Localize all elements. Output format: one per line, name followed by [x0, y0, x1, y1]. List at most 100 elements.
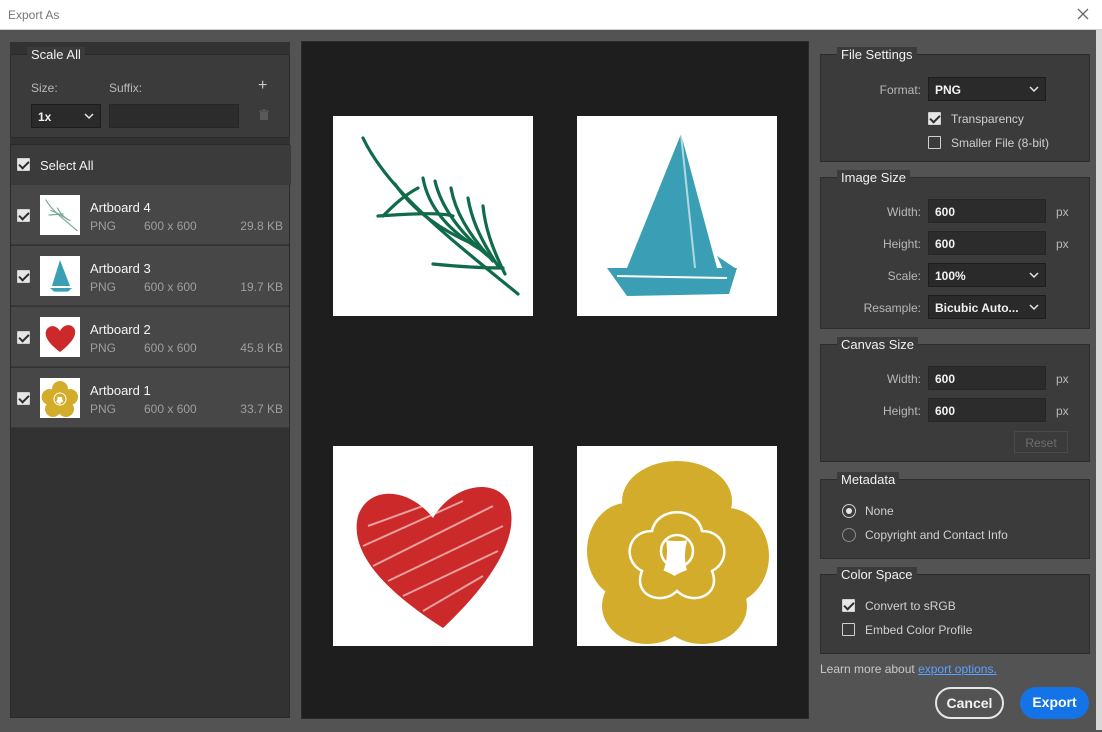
export-button[interactable]: Export	[1020, 687, 1089, 719]
embed-profile-label: Embed Color Profile	[865, 623, 973, 637]
scale-dropdown[interactable]: 100%	[928, 263, 1046, 287]
file-settings-group: File Settings Format: PNG Transparency S…	[820, 47, 1090, 162]
canvas-height-label: Height:	[882, 404, 921, 418]
artboard-name: Artboard 2	[90, 322, 151, 337]
scrollbar[interactable]	[1096, 30, 1102, 730]
canvas-width-unit: px	[1056, 372, 1069, 386]
metadata-group: Metadata None Copyright and Contact Info	[820, 472, 1090, 559]
scale-value: 100%	[935, 269, 966, 283]
artboard-list: Select All Artboard 4 PNG 600 x 600 29.8…	[10, 144, 291, 718]
metadata-copyright-label: Copyright and Contact Info	[865, 528, 1008, 542]
artboard-thumbnail	[40, 317, 80, 357]
artboard-preview-fern[interactable]	[333, 116, 533, 316]
artboard-checkbox[interactable]	[17, 331, 30, 344]
format-label: Format:	[879, 83, 921, 97]
left-panel: Scale All Size: Suffix: + 1x Select All	[10, 42, 291, 718]
metadata-none-label: None	[865, 504, 894, 518]
artboard-thumbnail	[40, 256, 80, 296]
artboard-thumbnail	[40, 195, 80, 235]
chevron-down-icon	[84, 113, 94, 120]
canvas-width-label: Width:	[886, 372, 921, 386]
chevron-down-icon	[1029, 272, 1039, 279]
learn-more-label: Learn more about	[820, 662, 915, 676]
trash-icon[interactable]	[258, 109, 270, 121]
canvas-size-title: Canvas Size	[837, 337, 918, 352]
artboard-thumbnail	[40, 378, 80, 418]
title-bar: Export As	[0, 0, 1102, 30]
format-dropdown[interactable]: PNG	[928, 77, 1046, 101]
chevron-down-icon	[1029, 86, 1039, 93]
artboard-preview-flower[interactable]	[577, 446, 777, 646]
format-value: PNG	[935, 83, 962, 97]
metadata-copyright-radio[interactable]	[842, 528, 856, 542]
artboard-preview-heart[interactable]	[333, 446, 533, 646]
artboard-dims: 600 x 600	[144, 341, 197, 355]
height-label: Height:	[882, 237, 921, 251]
artboard-preview-sailboat[interactable]	[577, 116, 777, 316]
embed-profile-checkbox[interactable]	[842, 623, 855, 636]
scale-label: Scale:	[887, 269, 921, 283]
height-unit: px	[1056, 237, 1069, 251]
artboard-row[interactable]: Artboard 3 PNG 600 x 600 19.7 KB	[11, 246, 289, 306]
artboard-checkbox[interactable]	[17, 270, 30, 283]
size-value: 1x	[38, 110, 52, 124]
smaller-file-label: Smaller File (8-bit)	[951, 136, 1050, 150]
artboard-row[interactable]: Artboard 1 PNG 600 x 600 33.7 KB	[11, 368, 289, 428]
scale-all-group: Scale All Size: Suffix: + 1x	[10, 47, 290, 138]
size-label: Size:	[31, 81, 58, 95]
artboard-checkbox[interactable]	[17, 392, 30, 405]
window-title: Export As	[8, 8, 60, 22]
convert-srgb-checkbox[interactable]	[842, 599, 855, 612]
artboard-format: PNG	[90, 219, 117, 233]
reset-button[interactable]: Reset	[1014, 431, 1068, 453]
artboard-format: PNG	[90, 402, 117, 416]
smaller-file-checkbox[interactable]	[928, 136, 941, 149]
transparency-label: Transparency	[951, 112, 1024, 126]
suffix-label: Suffix:	[109, 81, 143, 95]
export-options-link[interactable]: export options.	[918, 662, 997, 676]
metadata-title: Metadata	[837, 472, 900, 487]
image-width-input[interactable]: 600	[928, 199, 1046, 223]
image-size-group: Image Size Width: 600 px Height: 600 px …	[820, 170, 1090, 329]
size-dropdown[interactable]: 1x	[31, 104, 101, 128]
color-space-group: Color Space Convert to sRGB Embed Color …	[820, 567, 1090, 654]
preview-canvas	[301, 41, 809, 719]
width-label: Width:	[886, 205, 921, 219]
transparency-checkbox[interactable]	[928, 112, 941, 125]
select-all-row[interactable]: Select All	[11, 145, 291, 185]
width-unit: px	[1056, 205, 1069, 219]
close-icon[interactable]	[1074, 5, 1092, 23]
convert-srgb-label: Convert to sRGB	[865, 599, 956, 613]
artboard-name: Artboard 1	[90, 383, 151, 398]
artboard-filesize: 19.7 KB	[240, 280, 283, 294]
scale-all-title: Scale All	[27, 47, 85, 62]
artboard-dims: 600 x 600	[144, 219, 197, 233]
artboard-dims: 600 x 600	[144, 280, 197, 294]
artboard-filesize: 33.7 KB	[240, 402, 283, 416]
suffix-input[interactable]	[109, 104, 239, 128]
artboard-dims: 600 x 600	[144, 402, 197, 416]
artboard-name: Artboard 3	[90, 261, 151, 276]
artboard-format: PNG	[90, 280, 117, 294]
plus-icon[interactable]: +	[258, 77, 267, 95]
canvas-height-unit: px	[1056, 404, 1069, 418]
artboard-checkbox[interactable]	[17, 209, 30, 222]
artboard-filesize: 45.8 KB	[240, 341, 283, 355]
color-space-title: Color Space	[837, 567, 917, 582]
cancel-button[interactable]: Cancel	[935, 687, 1004, 719]
file-settings-title: File Settings	[837, 47, 917, 62]
artboard-row[interactable]: Artboard 4 PNG 600 x 600 29.8 KB	[11, 185, 289, 245]
select-all-label: Select All	[40, 158, 94, 173]
artboard-row[interactable]: Artboard 2 PNG 600 x 600 45.8 KB	[11, 307, 289, 367]
image-height-input[interactable]: 600	[928, 231, 1046, 255]
artboard-format: PNG	[90, 341, 117, 355]
image-size-title: Image Size	[837, 170, 911, 185]
canvas-height-input[interactable]: 600	[928, 398, 1046, 422]
select-all-checkbox[interactable]	[17, 158, 30, 171]
chevron-down-icon	[1029, 304, 1039, 311]
canvas-width-input[interactable]: 600	[928, 366, 1046, 390]
metadata-none-radio[interactable]	[842, 504, 856, 518]
resample-dropdown[interactable]: Bicubic Auto...	[928, 295, 1046, 319]
artboard-filesize: 29.8 KB	[240, 219, 283, 233]
resample-label: Resample:	[863, 301, 921, 315]
